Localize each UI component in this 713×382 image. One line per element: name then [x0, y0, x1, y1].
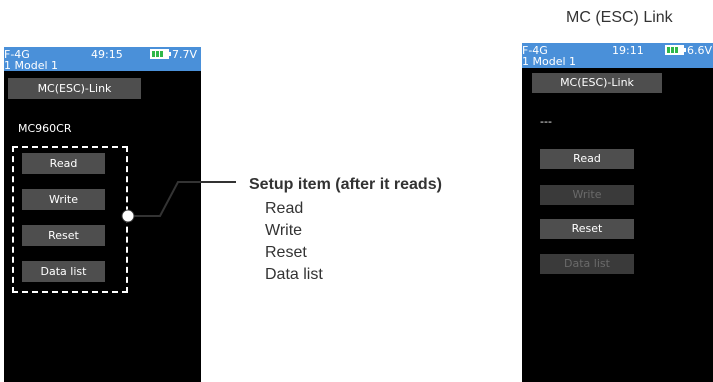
timer: 19:11 — [612, 44, 644, 57]
battery-icon — [665, 45, 686, 55]
model-name: 1 Model 1 — [522, 55, 577, 68]
callout-item: Reset — [265, 244, 307, 261]
reset-button[interactable]: Reset — [540, 219, 634, 239]
right-panel-title: MC (ESC) Link — [566, 9, 673, 26]
transmitter-screen-right: F-4G 1 Model 1 19:11 6.6V MC(ESC)-Link -… — [522, 43, 713, 382]
page-title: MC(ESC)-Link — [532, 73, 662, 93]
status-header: F-4G 1 Model 1 19:11 6.6V — [522, 43, 713, 68]
setup-item-callout: Setup item (after it reads) Read Write R… — [249, 176, 442, 284]
battery-voltage: 6.6V — [687, 44, 713, 57]
callout-item: Read — [265, 200, 304, 217]
esc-model-label: --- — [540, 115, 552, 128]
data-list-button: Data list — [540, 254, 634, 274]
callout-heading: Setup item (after it reads) — [249, 176, 442, 193]
callout-item: Data list — [265, 266, 323, 283]
read-button[interactable]: Read — [540, 149, 634, 169]
battery-indicator: 6.6V — [665, 44, 712, 57]
write-button: Write — [540, 185, 634, 205]
callout-item: Write — [265, 222, 303, 239]
